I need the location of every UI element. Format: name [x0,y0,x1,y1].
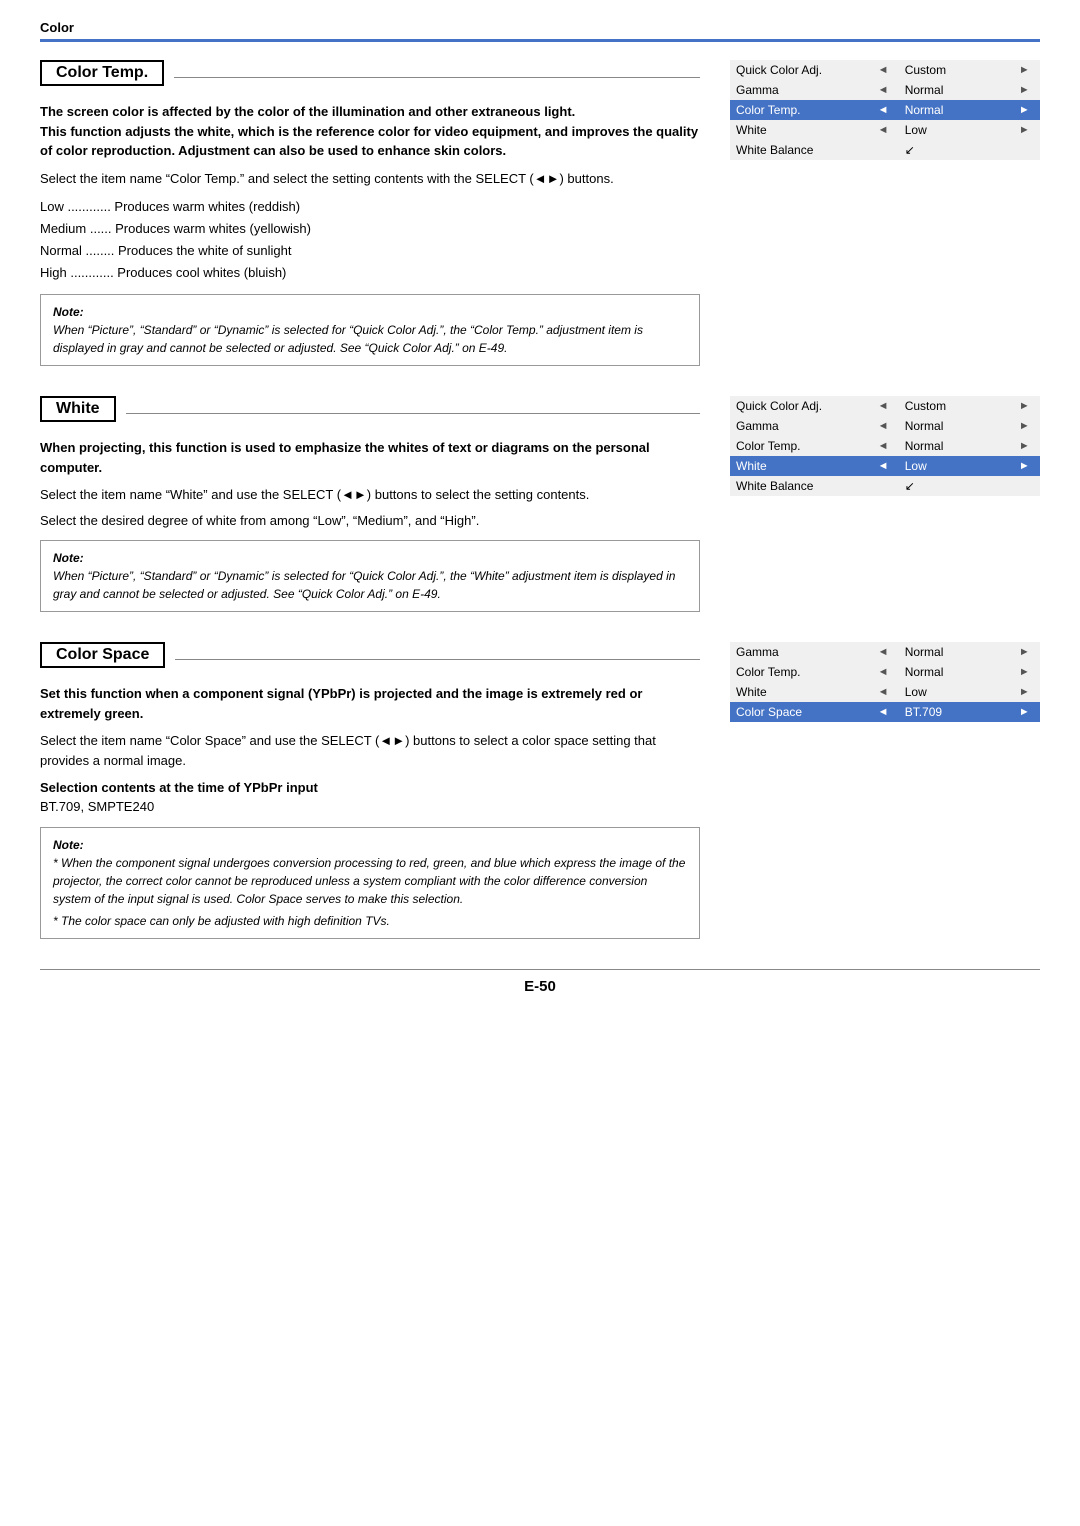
white-normal2: Select the desired degree of white from … [40,511,700,531]
color-space-sub-text: BT.709, SMPTE240 [40,797,700,817]
menu-item-value: BT.709 [899,702,1009,722]
menu-arrow-right[interactable]: ► [1009,416,1040,436]
menu-item-value: Normal [899,80,1009,100]
color-temp-list: Low ............ Produces warm whites (r… [40,196,700,284]
menu-item-label: Color Temp. [730,100,867,120]
page: Color Color Temp. The screen color is af… [0,0,1080,1526]
menu-item-label: Quick Color Adj. [730,396,867,416]
menu-item-value: Normal [899,436,1009,456]
menu-table-white: Quick Color Adj.◄Custom►Gamma◄Normal►Col… [730,396,1040,496]
menu-table-color-space: Gamma◄Normal►Color Temp.◄Normal►White◄Lo… [730,642,1040,722]
breadcrumb: Color [40,20,74,35]
menu-item-label: White [730,682,867,702]
section-white: White When projecting, this function is … [40,396,1040,612]
menu-arrow-left[interactable]: ◄ [867,80,898,100]
menu-item-label: White Balance [730,140,867,160]
section-content-white: White When projecting, this function is … [40,396,730,612]
note-item-2: * The color space can only be adjusted w… [53,912,687,930]
menu-arrow-right[interactable]: ► [1009,642,1040,662]
page-bottom: E-50 [40,969,1040,995]
section-title-white: White [40,396,116,422]
menu-item-value: Normal [899,100,1009,120]
menu-arrow-right[interactable]: ► [1009,662,1040,682]
color-space-note: Note: * When the component signal underg… [40,827,700,939]
menu-arrow-left[interactable]: ◄ [867,120,898,140]
menu-arrow-right[interactable]: ► [1009,396,1040,416]
white-normal1: Select the item name “White” and use the… [40,485,700,505]
menu-item-label: White [730,456,867,476]
menu-item-value: Low [899,120,1009,140]
menu-item-value: Low [899,682,1009,702]
section-title-color-temp: Color Temp. [40,60,164,86]
menu-arrow-right[interactable] [1009,140,1040,160]
section-menu-color-space: Gamma◄Normal►Color Temp.◄Normal►White◄Lo… [730,642,1040,722]
section-content-color-space: Color Space Set this function when a com… [40,642,730,939]
menu-item-value: ↙ [899,140,1009,160]
section-color-temp: Color Temp. The screen color is affected… [40,60,1040,366]
color-temp-note: Note: When “Picture”, “Standard” or “Dyn… [40,294,700,366]
menu-arrow-right[interactable]: ► [1009,702,1040,722]
menu-item-value: Custom [899,60,1009,80]
menu-item-label: Gamma [730,642,867,662]
section-color-space: Color Space Set this function when a com… [40,642,1040,939]
menu-item-label: Color Space [730,702,867,722]
menu-arrow-right[interactable]: ► [1009,100,1040,120]
menu-arrow-left[interactable] [867,140,898,160]
menu-arrow-left[interactable]: ◄ [867,702,898,722]
menu-item-value: Low [899,456,1009,476]
color-space-normal1: Select the item name “Color Space” and u… [40,731,700,770]
menu-arrow-right[interactable]: ► [1009,120,1040,140]
section-content-color-temp: Color Temp. The screen color is affected… [40,60,730,366]
menu-arrow-left[interactable]: ◄ [867,642,898,662]
menu-arrow-left[interactable]: ◄ [867,60,898,80]
list-item: High ............ Produces cool whites (… [40,262,700,284]
menu-item-label: Gamma [730,80,867,100]
menu-item-value: Normal [899,662,1009,682]
menu-table-color-temp: Quick Color Adj.◄Custom►Gamma◄Normal►Col… [730,60,1040,160]
menu-arrow-right[interactable]: ► [1009,436,1040,456]
menu-arrow-left[interactable]: ◄ [867,456,898,476]
menu-item-label: Color Temp. [730,436,867,456]
menu-arrow-left[interactable]: ◄ [867,662,898,682]
note-item-1: * When the component signal undergoes co… [53,854,687,908]
color-temp-normal1: Select the item name “Color Temp.” and s… [40,169,700,189]
menu-item-label: Gamma [730,416,867,436]
menu-item-label: White Balance [730,476,867,496]
menu-arrow-left[interactable]: ◄ [867,436,898,456]
color-temp-bold-intro: The screen color is affected by the colo… [40,102,700,161]
menu-arrow-left[interactable]: ◄ [867,100,898,120]
menu-arrow-right[interactable]: ► [1009,80,1040,100]
menu-arrow-left[interactable]: ◄ [867,682,898,702]
menu-arrow-right[interactable] [1009,476,1040,496]
menu-item-label: Quick Color Adj. [730,60,867,80]
section-menu-color-temp: Quick Color Adj.◄Custom►Gamma◄Normal►Col… [730,60,1040,160]
menu-item-value: Normal [899,642,1009,662]
list-item: Low ............ Produces warm whites (r… [40,196,700,218]
menu-arrow-left[interactable]: ◄ [867,416,898,436]
menu-item-label: White [730,120,867,140]
menu-item-label: Color Temp. [730,662,867,682]
menu-arrow-left[interactable] [867,476,898,496]
white-note: Note: When “Picture”, “Standard” or “Dyn… [40,540,700,612]
color-space-subheading: Selection contents at the time of YPbPr … [40,780,700,795]
menu-arrow-right[interactable]: ► [1009,60,1040,80]
page-number: E-50 [524,978,556,995]
menu-arrow-right[interactable]: ► [1009,456,1040,476]
breadcrumb-bar: Color [40,20,1040,42]
menu-arrow-left[interactable]: ◄ [867,396,898,416]
menu-item-value: Normal [899,416,1009,436]
section-title-color-space: Color Space [40,642,165,668]
list-item: Normal ........ Produces the white of su… [40,240,700,262]
menu-item-value: Custom [899,396,1009,416]
section-menu-white: Quick Color Adj.◄Custom►Gamma◄Normal►Col… [730,396,1040,496]
list-item: Medium ...... Produces warm whites (yell… [40,218,700,240]
color-space-bold-intro: Set this function when a component signa… [40,684,700,723]
menu-item-value: ↙ [899,476,1009,496]
white-bold-intro: When projecting, this function is used t… [40,438,700,477]
menu-arrow-right[interactable]: ► [1009,682,1040,702]
